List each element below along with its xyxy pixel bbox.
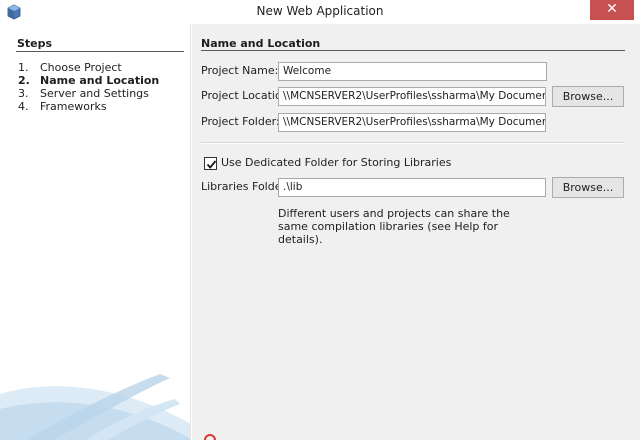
section-separator: [201, 142, 625, 144]
title-bar: New Web Application ✕: [0, 0, 640, 24]
dedicated-folder-checkbox[interactable]: [204, 157, 217, 170]
step-label: Choose Project: [40, 61, 122, 74]
step-item: 3. Server and Settings: [18, 87, 159, 100]
decorative-swoosh-graphic: [0, 374, 190, 440]
libraries-folder-label: Libraries Folder:: [201, 180, 290, 193]
step-number: 2.: [18, 74, 30, 87]
dedicated-folder-label[interactable]: Use Dedicated Folder for Storing Librari…: [221, 156, 451, 170]
step-item-active: 2. Name and Location: [18, 74, 159, 87]
steps-divider: [16, 51, 184, 52]
project-folder-field: \\MCNSERVER2\UserProfiles\ssharma\My Doc…: [278, 113, 546, 132]
step-item: 1. Choose Project: [18, 61, 159, 74]
section-divider: [201, 50, 625, 51]
steps-panel: Steps 1. Choose Project 2. Name and Locati…: [0, 24, 191, 440]
content-panel: Name and Location Project Name: Welcome …: [192, 24, 640, 440]
steps-heading: Steps: [17, 37, 53, 50]
step-label: Server and Settings: [40, 87, 149, 100]
project-name-input[interactable]: Welcome: [278, 62, 547, 81]
help-text: Different users and projects can share t…: [278, 207, 510, 246]
checkmark-icon: [206, 160, 217, 169]
project-name-label: Project Name:: [201, 64, 279, 77]
step-label: Frameworks: [40, 100, 107, 113]
project-folder-label: Project Folder:: [201, 115, 280, 128]
step-label: Name and Location: [40, 74, 160, 87]
steps-list: 1. Choose Project 2. Name and Location 3. S…: [18, 61, 159, 113]
step-number: 3.: [18, 87, 29, 100]
close-icon: ✕: [606, 1, 618, 17]
info-icon: [204, 434, 216, 440]
browse-libraries-button[interactable]: Browse...: [552, 177, 624, 198]
close-button[interactable]: ✕: [590, 0, 634, 20]
step-number: 1.: [18, 61, 29, 74]
browse-location-button[interactable]: Browse...: [552, 86, 624, 107]
libraries-folder-input[interactable]: .\lib: [278, 178, 546, 197]
section-title: Name and Location: [201, 37, 321, 50]
window-title: New Web Application: [256, 4, 384, 18]
step-number: 4.: [18, 100, 29, 113]
step-item: 4. Frameworks: [18, 100, 159, 113]
project-location-input[interactable]: \\MCNSERVER2\UserProfiles\ssharma\My Doc…: [278, 87, 546, 106]
